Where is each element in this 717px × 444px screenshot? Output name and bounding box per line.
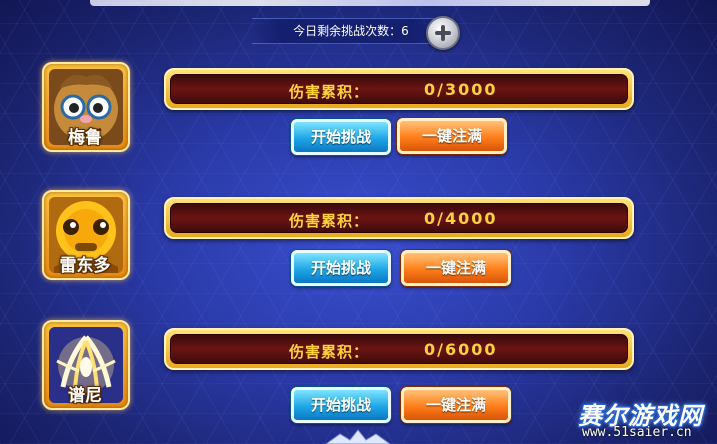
remaining-challenges-label: 今日剩余挑战次数：6 [293, 24, 409, 38]
start-challenge-button-1[interactable]: 开始挑战 [291, 119, 391, 155]
add-challenges-button[interactable] [426, 16, 460, 50]
damage-label-1: 伤害累积： [289, 83, 370, 101]
boss-name-3: 谱尼 [68, 386, 102, 406]
damage-bar-1: 伤害累积： 0/3000 [164, 68, 634, 110]
boss-name-2: 雷东多 [59, 256, 111, 276]
start-challenge-button-3[interactable]: 开始挑战 [291, 387, 391, 423]
top-banner-edge [90, 0, 650, 6]
damage-value-1: 0/3000 [424, 80, 498, 99]
watermark-url: www.51saier.cn [582, 425, 692, 440]
damage-label-2: 伤害累积： [289, 212, 370, 230]
boss-avatar-3[interactable]: 谱尼 [40, 318, 136, 414]
one-click-fill-button-3[interactable]: 一键注满 [401, 387, 511, 423]
one-click-fill-button-1[interactable]: 一键注满 [397, 118, 507, 154]
start-challenge-button-2[interactable]: 开始挑战 [291, 250, 391, 286]
bottom-emblem-icon [325, 428, 391, 444]
boss-avatar-1[interactable]: 梅鲁 [40, 60, 136, 156]
remaining-challenges-bar: 今日剩余挑战次数：6 [252, 18, 442, 44]
damage-label-3: 伤害累积： [289, 343, 370, 361]
damage-bar-3: 伤害累积： 0/6000 [164, 328, 634, 370]
one-click-fill-button-2[interactable]: 一键注满 [401, 250, 511, 286]
damage-value-2: 0/4000 [424, 209, 498, 228]
boss-avatar-2[interactable]: 雷东多 [40, 188, 136, 284]
boss-name-1: 梅鲁 [68, 128, 102, 148]
damage-bar-2: 伤害累积： 0/4000 [164, 197, 634, 239]
damage-value-3: 0/6000 [424, 340, 498, 359]
site-watermark: 赛尔游戏网 www.51saier.cn [570, 396, 717, 444]
